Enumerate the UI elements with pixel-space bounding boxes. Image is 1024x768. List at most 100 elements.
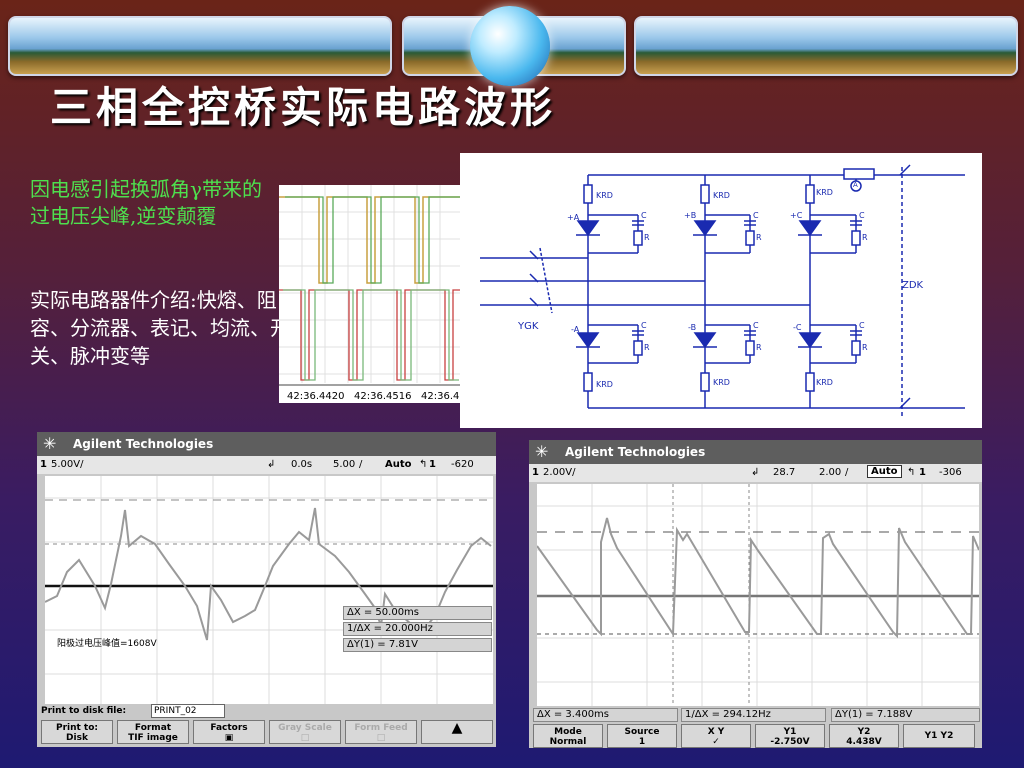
capacitor-label-1: C — [641, 211, 647, 220]
overvoltage-annotation: 阳极过电压峰值=1608V — [57, 639, 157, 649]
krd-label-6: KRD — [816, 378, 833, 387]
print-disk-label: Print to disk file: — [41, 706, 127, 716]
resistor-label-6: R — [862, 343, 868, 352]
capacitor-label-5: C — [753, 321, 759, 330]
softkey-x-y[interactable]: X Y ✓ — [681, 724, 751, 748]
measurement-delta-x: ΔX = 50.00ms — [343, 606, 492, 620]
measurement-delta-x-right: ΔX = 3.400ms — [533, 708, 678, 722]
softkey-source[interactable]: Source 1 — [607, 724, 677, 748]
krd-label-1: KRD — [596, 191, 613, 200]
resistor-label-3: R — [862, 233, 868, 242]
agilent-spark-icon-right: ✳ — [535, 442, 549, 461]
scope-brand-right: Agilent Technologies — [565, 445, 706, 459]
softkey-mode-line2: Normal — [549, 737, 587, 747]
capacitor-label-4: C — [641, 321, 647, 330]
oscilloscope-right: ✳ Agilent Technologies 1 2.00V/ ↲ 28.7 2… — [529, 440, 982, 748]
thyristor-label-c-pos: +C — [790, 211, 803, 220]
krd-label-2: KRD — [713, 191, 730, 200]
measurement-delta-y: ΔY(1) = 7.81V — [343, 638, 492, 652]
trigger-mode-right[interactable]: Auto — [867, 465, 902, 478]
thyristor-label-c-neg: -C — [793, 323, 802, 332]
softkey-source-line1: Source — [624, 727, 660, 737]
resistor-label-4: R — [644, 343, 650, 352]
softkey-y1-y2-line1: Y1 Y2 — [924, 731, 954, 741]
capacitor-label-2: C — [753, 211, 759, 220]
softkey-gray-scale[interactable]: Gray Scale □ — [269, 720, 341, 744]
time-unit: / — [359, 459, 363, 470]
softkey-print-to-line1: Print to: — [55, 723, 99, 733]
checkmark-icon: ✓ — [712, 737, 720, 747]
trigger-level-right: -306 — [939, 467, 962, 478]
scope-plot-area-right — [536, 484, 980, 706]
banner-right — [634, 16, 1018, 76]
scope-status-bar: 1 5.00V/ ↲ 0.0s 5.00 / Auto ↰ 1 -620 — [37, 456, 496, 474]
softkey-form-feed-line1: Form Feed — [354, 723, 408, 733]
checkbox-empty-icon-2: □ — [376, 733, 386, 743]
scope-header: ✳ Agilent Technologies — [37, 432, 496, 456]
softkey-format-line2: TIF image — [128, 733, 178, 743]
measurement-inverse-delta-x: 1/ΔX = 20.000Hz — [343, 622, 492, 636]
scope-status-bar-right: 1 2.00V/ ↲ 28.7 2.00 / Auto ↰ 1 -306 — [529, 464, 982, 482]
volts-per-div-right: 2.00V/ — [543, 467, 576, 478]
softkey-up-arrow[interactable]: ▲ — [421, 720, 493, 744]
scope-header-right: ✳ Agilent Technologies — [529, 440, 982, 464]
measurement-delta-y-right: ΔY(1) = 7.188V — [831, 708, 980, 722]
time-per-div-right: 2.00 — [819, 467, 842, 478]
trigger-edge-icon-right: ↰ — [907, 467, 916, 478]
trigger-mode: Auto — [385, 459, 412, 470]
waveform-photo: 42:36.4420 42:36.4516 42:36.4 — [279, 185, 463, 403]
ammeter-label: A — [853, 181, 858, 189]
softkey-factors[interactable]: Factors ▣ — [193, 720, 265, 744]
arrow-up-icon: ▲ — [451, 720, 463, 736]
softkey-y2[interactable]: Y2 4.438V — [829, 724, 899, 748]
softkey-format-line1: Format — [134, 723, 172, 733]
measurement-inverse-delta-x-right: 1/ΔX = 294.12Hz — [681, 708, 826, 722]
trigger-marker-icon-right: ↲ — [751, 467, 760, 478]
softkey-form-feed[interactable]: Form Feed □ — [345, 720, 417, 744]
banner-left — [8, 16, 392, 76]
timestamp-2: 42:36.4516 — [354, 391, 411, 402]
softkey-y1-line2: -2.750V — [770, 737, 810, 747]
softkey-y2-line2: 4.438V — [846, 737, 882, 747]
capacitor-label-3: C — [859, 211, 865, 220]
components-note: 实际电路器件介绍:快熔、阻容、分流器、表记、均流、开关、脉冲变等 — [30, 288, 290, 368]
thyristor-label-a-pos: +A — [567, 213, 580, 222]
softkey-mode[interactable]: Mode Normal — [533, 724, 603, 748]
thyristor-label-b-pos: +B — [684, 211, 697, 220]
resistor-label-5: R — [756, 343, 762, 352]
krd-label-4: KRD — [596, 380, 613, 389]
scope-brand: Agilent Technologies — [73, 437, 214, 451]
softkey-y1-line1: Y1 — [783, 727, 797, 737]
timestamp-3: 42:36.4 — [421, 391, 459, 402]
softkey-mode-line1: Mode — [554, 727, 582, 737]
volts-per-div: 5.00V/ — [51, 459, 84, 470]
softkey-gray-scale-line1: Gray Scale — [278, 723, 332, 733]
softkey-print-to-line2: Disk — [66, 733, 88, 743]
softkey-x-y-line1: X Y — [707, 727, 725, 737]
channel-number-right: 1 — [532, 467, 539, 478]
agilent-spark-icon: ✳ — [43, 434, 57, 453]
bridge-circuit-diagram: KRD KRD KRD KRD KRD KRD +A +B +C -A -B -… — [460, 153, 982, 428]
softkey-y1[interactable]: Y1 -2.750V — [755, 724, 825, 748]
checkbox-icon: ▣ — [224, 733, 234, 743]
softkey-format[interactable]: Format TIF image — [117, 720, 189, 744]
zdk-label: ZDK — [902, 280, 924, 291]
trigger-marker-icon: ↲ — [267, 459, 276, 470]
print-filename-field[interactable]: PRINT_02 — [151, 704, 225, 718]
time-offset: 0.0s — [291, 459, 313, 470]
resistor-label-2: R — [756, 233, 762, 242]
oscilloscope-left: ✳ Agilent Technologies 1 5.00V/ ↲ 0.0s 5… — [37, 432, 496, 747]
time-unit-right: / — [845, 467, 849, 478]
channel-number: 1 — [40, 459, 47, 470]
trigger-source-right: 1 — [919, 467, 926, 478]
ygk-label: YGK — [518, 321, 539, 332]
trigger-level: -620 — [451, 459, 474, 470]
trigger-source: 1 — [429, 459, 436, 470]
checkbox-empty-icon: □ — [300, 733, 310, 743]
softkey-y1-y2[interactable]: Y1 Y2 — [903, 724, 975, 748]
timestamp-1: 42:36.4420 — [287, 391, 344, 402]
commutation-note: 因电感引起换弧角γ带来的过电压尖峰,逆变颠覆 — [30, 177, 262, 228]
softkey-y2-line1: Y2 — [857, 727, 871, 737]
scope-plot-area: 阳极过电压峰值=1608V — [44, 476, 493, 704]
softkey-print-to[interactable]: Print to: Disk — [41, 720, 113, 744]
